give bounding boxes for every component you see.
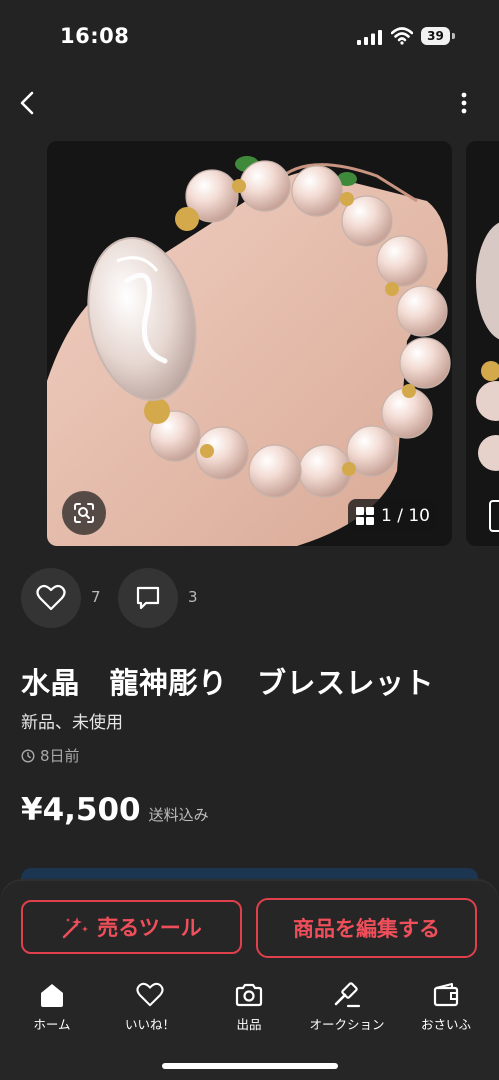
tab-wallet[interactable]: おさいふ (401, 982, 491, 1033)
tab-likes[interactable]: いいね！ (105, 982, 195, 1033)
tab-sell-label: 出品 (236, 1017, 262, 1032)
tab-home-label: ホーム (33, 1017, 71, 1032)
wallet-icon (433, 983, 459, 1007)
sell-tool-button[interactable]: 売るツール (21, 900, 242, 954)
image-search-button[interactable] (62, 491, 106, 535)
next-product-photo[interactable] (466, 141, 499, 546)
like-button[interactable] (21, 568, 81, 628)
battery-indicator: 39 (421, 27, 455, 45)
shipping-label: 送料込み (148, 806, 209, 824)
image-search-icon (74, 503, 94, 523)
photo-counter-text: 1 / 10 (381, 505, 430, 526)
wifi-icon (391, 27, 413, 45)
tab-auction-label: オークション (309, 1017, 385, 1032)
posted-time: 8日前 (21, 745, 80, 766)
heart-icon (36, 584, 66, 611)
heart-icon (136, 982, 164, 1007)
camera-icon (235, 983, 263, 1007)
comment-button[interactable] (118, 568, 178, 628)
item-condition: 新品、未使用 (21, 713, 123, 733)
product-title: 水晶 龍神彫り ブレスレット (21, 666, 435, 700)
battery-level: 39 (421, 27, 450, 45)
clock-icon (21, 748, 35, 763)
back-icon[interactable] (14, 88, 42, 118)
photo-counter[interactable]: 1 / 10 (348, 499, 438, 532)
tab-wallet-label: おさいふ (420, 1017, 471, 1032)
magic-wand-icon (63, 917, 89, 939)
edit-item-button[interactable]: 商品を編集する (256, 898, 477, 958)
home-icon (41, 984, 63, 1007)
sell-tool-label: 売るツール (97, 916, 202, 940)
status-time: 16:08 (60, 24, 130, 48)
posted-time-text: 8日前 (40, 747, 80, 765)
tab-likes-label: いいね！ (124, 1017, 175, 1032)
like-count: 7 (91, 588, 101, 606)
comment-count: 3 (188, 588, 198, 606)
price: ¥4,500 (21, 792, 141, 828)
home-indicator (162, 1063, 338, 1069)
product-photo[interactable] (47, 141, 452, 546)
cellular-signal-icon (357, 30, 382, 45)
tab-home[interactable]: ホーム (7, 982, 97, 1033)
more-options-icon[interactable] (452, 90, 476, 116)
gavel-icon (334, 982, 361, 1008)
grid-icon (356, 506, 374, 525)
tab-auction[interactable]: オークション (302, 982, 392, 1033)
comment-icon (136, 586, 160, 610)
price-row: ¥4,500 送料込み (21, 792, 209, 828)
edit-item-label: 商品を編集する (293, 917, 440, 941)
tab-sell[interactable]: 出品 (204, 982, 294, 1033)
